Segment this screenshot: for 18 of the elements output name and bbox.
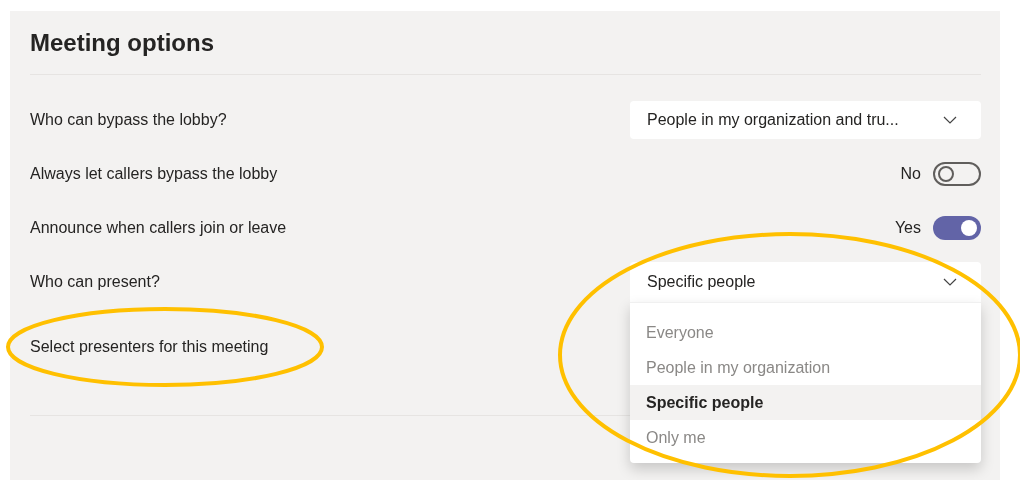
dropdown-option[interactable]: Everyone xyxy=(630,315,981,350)
dropdown-option[interactable]: Only me xyxy=(630,420,981,455)
toggle-state-text: No xyxy=(900,164,921,184)
dropdown[interactable]: Specific people xyxy=(630,262,981,302)
toggle-switch[interactable] xyxy=(933,216,981,240)
setting-label: Always let callers bypass the lobby xyxy=(30,164,278,184)
page-title: Meeting options xyxy=(30,27,214,58)
setting-label: Announce when callers join or leave xyxy=(30,218,287,238)
toggle-state-text: Yes xyxy=(894,218,921,238)
dropdown-option[interactable]: Specific people xyxy=(630,385,981,420)
dropdown-option[interactable]: People in my organization xyxy=(630,350,981,385)
dropdown[interactable]: People in my organization and tru... xyxy=(630,101,981,139)
chevron-down-icon xyxy=(943,278,957,286)
chevron-down-icon xyxy=(943,116,957,124)
setting-label: Who can present? xyxy=(30,272,160,292)
setting-label: Select presenters for this meeting xyxy=(30,337,269,357)
toggle-switch[interactable] xyxy=(933,162,981,186)
setting-label: Who can bypass the lobby? xyxy=(30,110,227,130)
